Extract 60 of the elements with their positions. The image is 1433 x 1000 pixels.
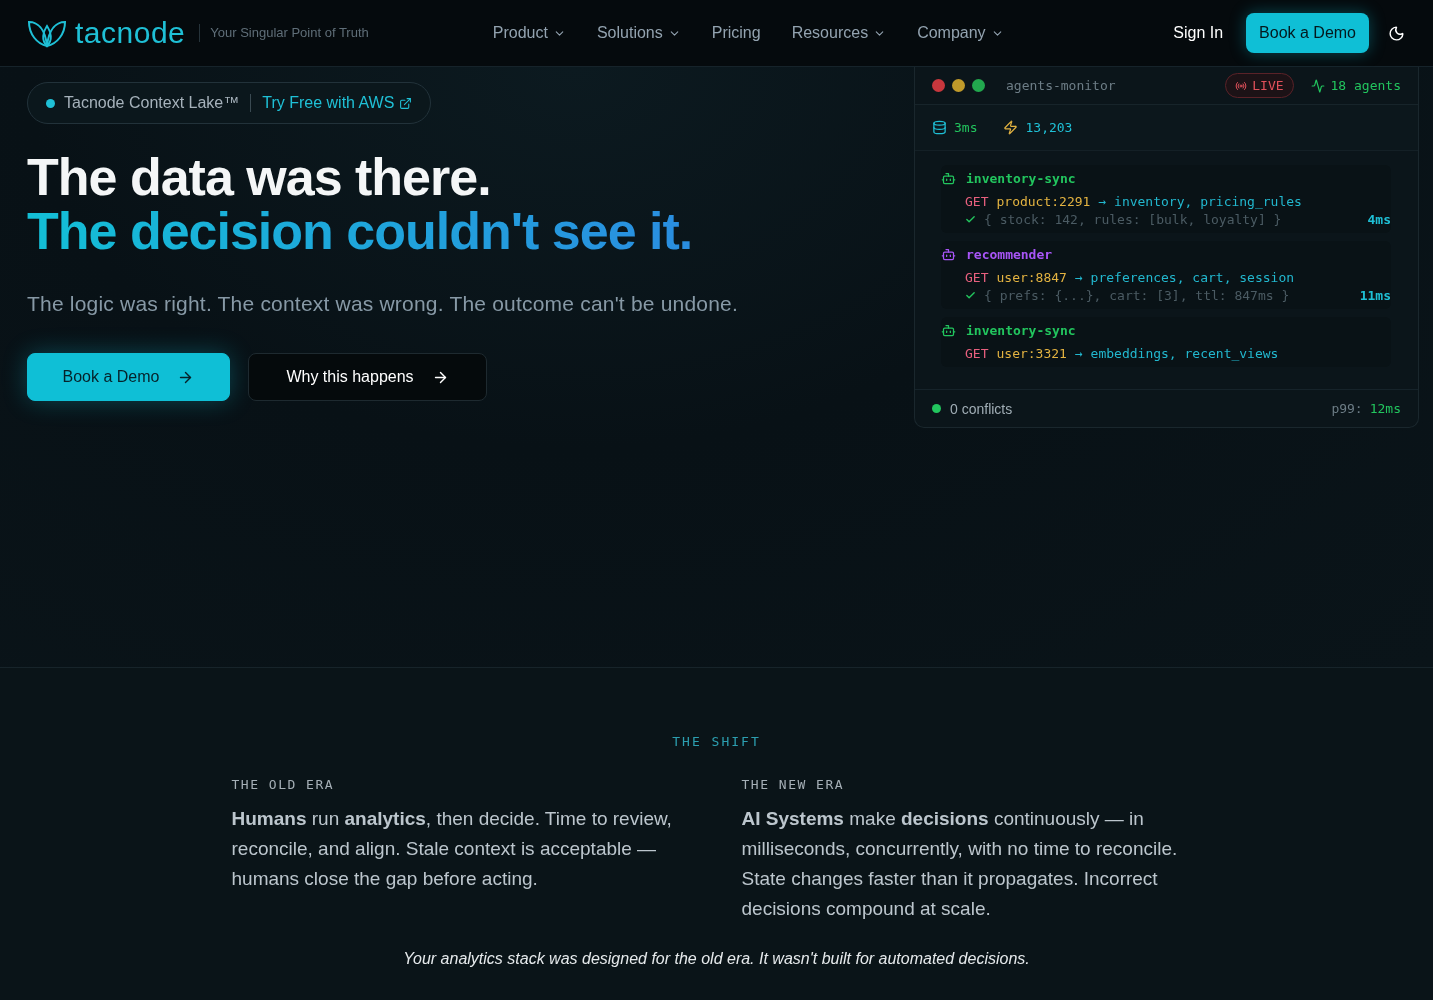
response-time: 11ms: [1359, 288, 1391, 303]
theme-toggle-button[interactable]: [1388, 24, 1405, 42]
era-description: AI Systems make decisions continuously — in milliseconds, concurrently, with no time to reconcile. State changes faster than it propagates. Incorrect decisions compound at scale.: [741, 807, 1179, 921]
http-method: GET: [965, 194, 989, 209]
status-dot-icon: [932, 404, 941, 413]
request-key: user:8847: [996, 270, 1067, 285]
agent-name: inventory-sync: [966, 171, 1076, 186]
external-link-icon: [399, 96, 413, 110]
section-eyebrow: THE SHIFT: [672, 734, 761, 749]
check-icon: [965, 214, 976, 225]
agent-name: recommender: [966, 247, 1053, 262]
sign-in-link[interactable]: Sign In: [1173, 24, 1224, 42]
headline: The data was there.: [27, 150, 492, 204]
book-demo-button[interactable]: Book a Demo: [1246, 13, 1369, 53]
response-body: { prefs: {...}, cart: [3], ttl: 847ms }: [984, 288, 1290, 303]
logo-icon: [27, 18, 67, 48]
latency-stat: 3ms: [932, 120, 978, 135]
p99-value: 12ms: [1369, 401, 1401, 416]
badge-label: Tacnode Context Lake™: [64, 94, 252, 112]
tagline: Your Singular Point of Truth: [199, 24, 369, 42]
brand-name[interactable]: tacnode: [75, 16, 186, 50]
aws-link[interactable]: Try Free with AWS: [262, 94, 413, 112]
section-footnote: Your analytics stack was designed for the old era. It wasn't built for automated decisions.: [403, 950, 1030, 968]
nav-link[interactable]: Resources: [791, 24, 887, 42]
agents-count: 18 agents: [1310, 78, 1401, 93]
response-body: { stock: 142, rules: [bulk, loyalty] }: [984, 212, 1282, 227]
database-icon: [932, 120, 947, 135]
request-key: product:2291: [996, 194, 1091, 209]
http-method: GET: [965, 346, 989, 361]
broadcast-icon: [1235, 79, 1248, 92]
status-dot-icon: [46, 98, 55, 108]
pulse-icon: [1310, 78, 1325, 93]
panel-title: agents-monitor: [1006, 78, 1116, 93]
conflicts-count: 0 conflicts: [950, 400, 1013, 417]
p99-label: p99:: [1331, 401, 1363, 416]
moon-icon: [1388, 24, 1405, 42]
request-targets: → embeddings, recent_views: [1074, 346, 1279, 361]
request-targets: → preferences, cart, session: [1074, 270, 1295, 285]
era-label: THE NEW ERA: [741, 777, 846, 792]
why-button[interactable]: Why this happens: [248, 353, 487, 401]
nav-link[interactable]: Solutions: [596, 24, 681, 42]
nav-link[interactable]: Company: [917, 24, 1004, 42]
window-dot-icon: [932, 79, 945, 92]
request-targets: → inventory, pricing_rules: [1098, 194, 1302, 209]
check-icon: [965, 290, 976, 301]
request-key: user:3321: [996, 346, 1067, 361]
era-description: Humans run analytics, then decide. Time to review, reconcile, and align. Stale context is acceptable — humans close the gap before acting.: [231, 807, 673, 891]
window-dot-icon: [972, 79, 985, 92]
live-badge: LIVE: [1225, 73, 1294, 98]
throughput-stat: 13,203: [1003, 120, 1073, 135]
nav-link[interactable]: Product: [492, 24, 566, 42]
era-label: THE OLD ERA: [231, 777, 336, 792]
window-dot-icon: [952, 79, 965, 92]
nav-link[interactable]: Pricing: [711, 24, 761, 42]
response-time: 4ms: [1367, 212, 1391, 227]
agent-name: inventory-sync: [966, 323, 1076, 338]
http-method: GET: [965, 270, 989, 285]
lightning-icon: [1003, 120, 1019, 135]
hero-subtitle: The logic was right. The context was wrong. The outcome can't be undone.: [27, 292, 740, 316]
book-demo-button[interactable]: Book a Demo: [27, 353, 230, 401]
